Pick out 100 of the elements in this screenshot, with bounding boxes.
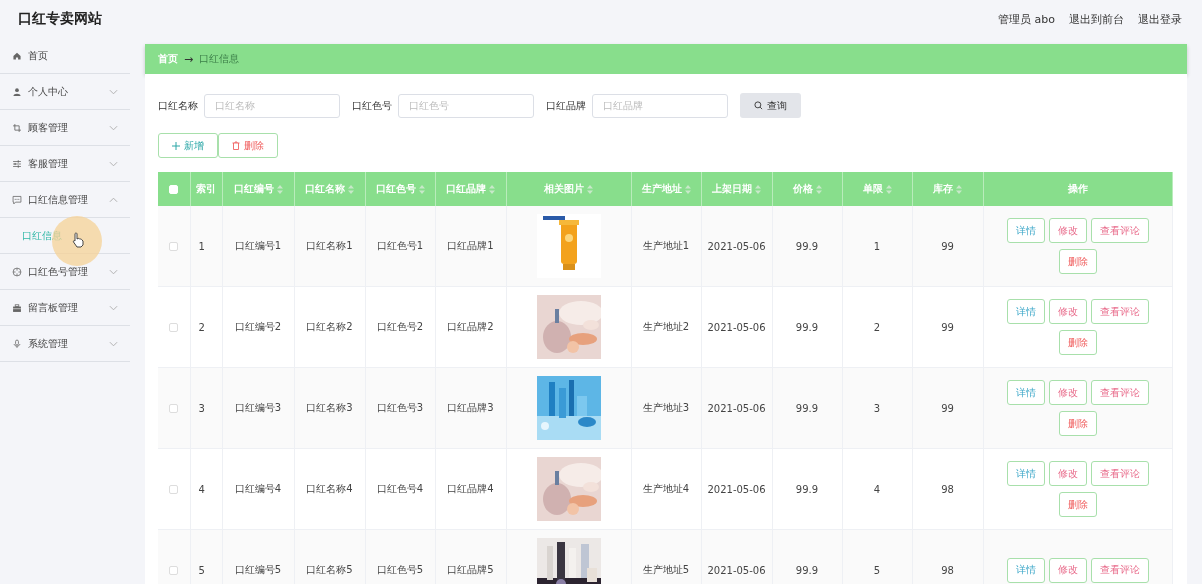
menu-item-icon bbox=[12, 194, 22, 205]
table-cell: 1 bbox=[198, 240, 205, 252]
table-cell: 生产地址5 bbox=[642, 564, 690, 575]
detail-button[interactable]: 详情 bbox=[1006, 299, 1045, 324]
search-icon bbox=[754, 101, 763, 110]
table-cell: 口红品牌3 bbox=[447, 402, 494, 413]
table-cell: 2 bbox=[198, 321, 205, 333]
table-cell: 口红名称3 bbox=[306, 402, 353, 413]
comments-button[interactable]: 查看评论 bbox=[1090, 380, 1149, 405]
sidebar-item[interactable]: 个人中心 bbox=[0, 74, 130, 110]
sidebar-item[interactable]: 系统管理 bbox=[0, 326, 130, 362]
edit-button[interactable]: 修改 bbox=[1048, 557, 1087, 583]
table-cell: 口红色号5 bbox=[376, 564, 424, 575]
comments-button[interactable]: 查看评论 bbox=[1090, 461, 1149, 486]
edit-button[interactable]: 修改 bbox=[1048, 380, 1087, 405]
detail-button[interactable]: 详情 bbox=[1006, 461, 1045, 486]
delete-button[interactable]: 删除 bbox=[1058, 411, 1097, 436]
row-checkbox[interactable] bbox=[169, 242, 179, 251]
table-cell: 口红编号3 bbox=[234, 402, 282, 413]
delete-button[interactable]: 删除 bbox=[1058, 249, 1097, 274]
row-checkbox[interactable] bbox=[169, 323, 179, 332]
column-header: 生产地址 bbox=[641, 182, 682, 196]
table-cell: 99.9 bbox=[795, 240, 819, 252]
table-cell: 5 bbox=[873, 564, 881, 576]
delete-button[interactable]: 删除 bbox=[1058, 330, 1097, 355]
table-cell: 3 bbox=[873, 402, 881, 414]
trash-icon bbox=[232, 141, 240, 150]
sort-icon[interactable] bbox=[587, 184, 593, 194]
detail-button[interactable]: 详情 bbox=[1006, 557, 1045, 583]
column-header: 口红色号 bbox=[375, 182, 416, 196]
table-cell: 口红色号1 bbox=[376, 240, 424, 251]
sort-icon[interactable] bbox=[755, 184, 761, 194]
search-field[interactable]: 口红名称 bbox=[204, 93, 340, 118]
sort-icon[interactable] bbox=[815, 184, 822, 194]
sort-icon[interactable] bbox=[684, 184, 691, 194]
column-header: 库存 bbox=[933, 182, 953, 196]
table-cell: 98 bbox=[941, 564, 954, 576]
chevron-icon bbox=[109, 304, 118, 311]
row-checkbox[interactable] bbox=[169, 566, 179, 575]
column-header: 口红品牌 bbox=[446, 182, 486, 196]
plus-icon bbox=[172, 141, 180, 150]
sort-icon[interactable] bbox=[489, 184, 495, 194]
sort-icon[interactable] bbox=[885, 184, 892, 194]
table-cell: 99.9 bbox=[795, 402, 819, 414]
hand-cursor-icon bbox=[72, 232, 84, 248]
table-cell: 口红名称2 bbox=[306, 321, 353, 332]
delete-button[interactable]: 删除 bbox=[1058, 492, 1097, 517]
comments-button[interactable]: 查看评论 bbox=[1090, 557, 1149, 583]
select-all-checkbox[interactable] bbox=[169, 185, 179, 194]
sort-icon[interactable] bbox=[348, 184, 354, 194]
sort-icon[interactable] bbox=[956, 184, 962, 194]
add-button[interactable]: 新增 bbox=[158, 133, 218, 158]
sidebar-item[interactable]: 留言板管理 bbox=[0, 290, 130, 326]
table-cell: 99 bbox=[941, 402, 954, 414]
row-checkbox[interactable] bbox=[169, 404, 179, 413]
column-header: 上架日期 bbox=[712, 182, 752, 196]
table-cell: 99 bbox=[941, 240, 954, 252]
comments-button[interactable]: 查看评论 bbox=[1090, 299, 1149, 324]
sidebar-item[interactable]: 顾客管理 bbox=[0, 110, 130, 146]
menu-item-icon bbox=[12, 338, 22, 349]
sort-icon[interactable] bbox=[276, 184, 283, 194]
table-cell: 2021-05-06 bbox=[707, 321, 766, 333]
header-link[interactable]: 退出登录 bbox=[1138, 11, 1182, 27]
table-cell: 生产地址3 bbox=[642, 402, 690, 413]
table-cell: 口红色号2 bbox=[376, 321, 424, 332]
column-header: 单限 bbox=[862, 182, 883, 196]
breadcrumb-item[interactable]: 口红信息 bbox=[199, 52, 240, 66]
table-cell: 口红色号4 bbox=[376, 483, 424, 494]
column-header: 口红编号 bbox=[233, 182, 274, 196]
table-cell: 4 bbox=[873, 483, 881, 495]
row-checkbox[interactable] bbox=[169, 485, 179, 494]
chevron-icon bbox=[109, 340, 118, 347]
column-header: 口红名称 bbox=[305, 182, 345, 196]
search-button[interactable]: 查询 bbox=[740, 93, 801, 118]
detail-button[interactable]: 详情 bbox=[1006, 218, 1045, 243]
menu-item-icon bbox=[12, 158, 22, 169]
sidebar-item[interactable]: 首页 bbox=[0, 38, 130, 74]
menu-item-icon bbox=[12, 266, 22, 277]
header-link[interactable]: 退出到前台 bbox=[1069, 11, 1124, 27]
edit-button[interactable]: 修改 bbox=[1048, 461, 1087, 486]
sort-icon[interactable] bbox=[418, 184, 425, 194]
field-label: 口红品牌 bbox=[546, 98, 586, 113]
breadcrumb-separator: → bbox=[184, 52, 194, 66]
menu-item-icon bbox=[12, 302, 22, 313]
edit-button[interactable]: 修改 bbox=[1048, 299, 1087, 324]
sidebar-item[interactable]: 客服管理 bbox=[0, 146, 130, 182]
table-cell: 口红色号3 bbox=[376, 402, 424, 413]
table-cell: 口红名称4 bbox=[306, 483, 353, 494]
comments-button[interactable]: 查看评论 bbox=[1090, 218, 1149, 243]
site-title: 口红专卖网站 bbox=[18, 10, 102, 28]
table-cell: 98 bbox=[941, 483, 954, 495]
delete-button[interactable]: 删除 bbox=[218, 133, 278, 158]
sidebar-item[interactable]: 口红色号管理 bbox=[0, 254, 130, 290]
table-cell: 2021-05-06 bbox=[707, 240, 766, 252]
menu-item-icon bbox=[12, 86, 22, 97]
table-cell: 生产地址1 bbox=[642, 240, 690, 251]
search-field[interactable]: 口红色号 bbox=[398, 93, 534, 118]
edit-button[interactable]: 修改 bbox=[1048, 218, 1087, 243]
field-label: 口红色号 bbox=[352, 98, 392, 113]
detail-button[interactable]: 详情 bbox=[1006, 380, 1045, 405]
